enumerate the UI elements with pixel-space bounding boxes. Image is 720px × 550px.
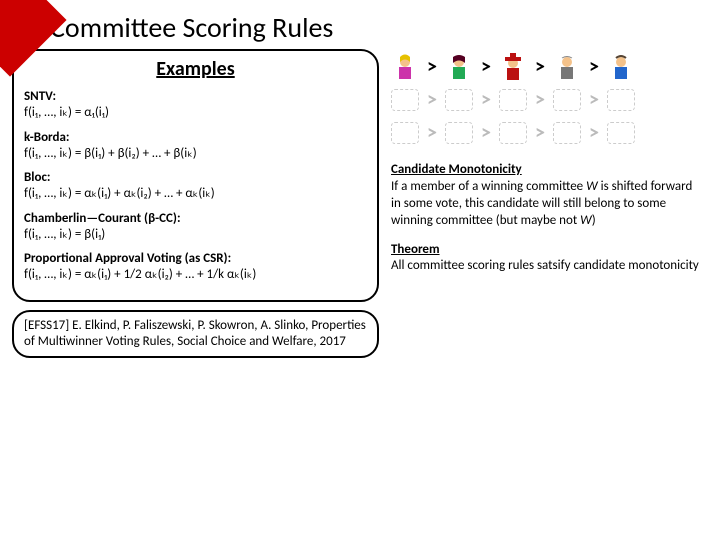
candidate-placeholder [553, 89, 581, 111]
examples-heading: Examples [24, 57, 367, 81]
ranking-row-faded: > > > > [391, 118, 703, 148]
gt-symbol: > [477, 55, 495, 79]
candidate-icon [445, 52, 473, 82]
gt-symbol: > [585, 121, 603, 145]
candidate-placeholder [391, 122, 419, 144]
ranking-row-faded: > > > > [391, 85, 703, 115]
gt-symbol: > [423, 88, 441, 112]
candidate-placeholder [607, 122, 635, 144]
gt-symbol: > [423, 55, 441, 79]
candidate-placeholder [553, 122, 581, 144]
rule-sntv: SNTV: f(i₁, …, iₖ) = α₁(i₁) [24, 89, 367, 122]
gt-symbol: > [423, 121, 441, 145]
gt-symbol: > [531, 121, 549, 145]
rule-kborda: k-Borda: f(i₁, …, iₖ) = β(i₁) + β(i₂) + … [24, 130, 367, 163]
gt-symbol: > [531, 55, 549, 79]
candidate-icon [607, 52, 635, 82]
candidate-icon [499, 52, 527, 82]
candidate-placeholder [607, 89, 635, 111]
gt-symbol: > [477, 121, 495, 145]
examples-box: Examples SNTV: f(i₁, …, iₖ) = α₁(i₁) k-B… [12, 49, 379, 302]
preference-rankings: > > > > > > > > [391, 52, 703, 148]
candidate-placeholder [445, 122, 473, 144]
reference-box: [EFSS17] E. Elkind, P. Faliszewski, P. S… [12, 310, 379, 359]
monotonicity-heading: Candidate Monotonicity [391, 162, 522, 177]
gt-symbol: > [585, 55, 603, 79]
monotonicity-text: Candidate Monotonicity If a member of a … [391, 162, 703, 230]
gt-symbol: > [585, 88, 603, 112]
theorem-text: Theorem All committee scoring rules sats… [391, 242, 703, 276]
candidate-icon [391, 52, 419, 82]
theorem-heading: Theorem [391, 242, 440, 257]
slide-title: Committee Scoring Rules [50, 10, 720, 45]
candidate-placeholder [499, 89, 527, 111]
rule-bloc: Bloc: f(i₁, …, iₖ) = αₖ(i₁) + αₖ(i₂) + …… [24, 170, 367, 203]
ranking-row: > > > > [391, 52, 703, 82]
candidate-icon [553, 52, 581, 82]
candidate-placeholder [499, 122, 527, 144]
candidate-placeholder [391, 89, 419, 111]
gt-symbol: > [531, 88, 549, 112]
rule-pav: Proportional Approval Voting (as CSR): f… [24, 251, 367, 284]
gt-symbol: > [477, 88, 495, 112]
candidate-placeholder [445, 89, 473, 111]
rule-cc: Chamberlin—Courant (β-CC): f(i₁, …, iₖ) … [24, 211, 367, 244]
